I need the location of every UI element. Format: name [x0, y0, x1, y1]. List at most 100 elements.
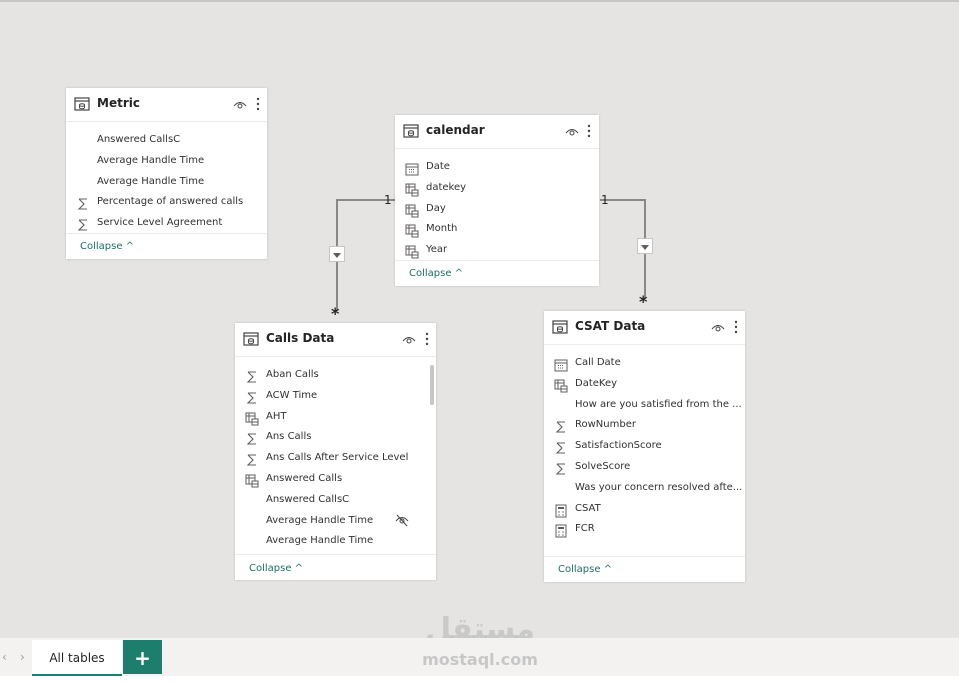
sigma-icon: [245, 390, 259, 404]
table-icon: [243, 332, 259, 346]
more-options-icon[interactable]: [733, 319, 739, 335]
divider: [235, 554, 436, 555]
field-name: FCR: [575, 523, 595, 535]
watermark-text: mostaql.com: [422, 650, 538, 669]
field-row[interactable]: AHT: [235, 408, 436, 428]
card-title: calendar: [426, 123, 485, 137]
field-row[interactable]: FCR: [544, 520, 745, 540]
sigma-icon: [245, 431, 259, 445]
collapse-button[interactable]: Collapse ^: [409, 268, 463, 279]
field-row[interactable]: Call Date: [544, 354, 745, 374]
field-name: Service Level Agreement: [97, 217, 223, 229]
more-options-icon[interactable]: [424, 331, 430, 347]
field-row[interactable]: SolveScore: [544, 458, 745, 478]
sigma-icon: [76, 217, 90, 231]
field-row[interactable]: Answered CallsC: [66, 131, 267, 151]
sigma-icon: [76, 196, 90, 210]
tab-all-tables[interactable]: All tables: [32, 640, 122, 676]
visibility-icon[interactable]: [402, 333, 416, 347]
field-name: SolveScore: [575, 461, 631, 472]
field-name: RowNumber: [575, 419, 636, 431]
field-row[interactable]: Percentage of answered calls: [66, 193, 267, 213]
field-row[interactable]: Aban Calls: [235, 366, 436, 386]
hierarchy-table-icon: [405, 182, 419, 197]
field-row[interactable]: Average Handle Time: [66, 173, 267, 193]
collapse-button[interactable]: Collapse ^: [80, 241, 134, 252]
field-name: Average Handle Time: [97, 154, 205, 166]
table-card-calendar[interactable]: calendar Date datekey Day Month Year Collaps…: [395, 115, 599, 286]
field-row[interactable]: How are you satisfied from the ...: [544, 396, 745, 416]
table-icon: [403, 124, 419, 138]
field-row[interactable]: Average Handle Time: [66, 152, 267, 172]
bottom-edge: [0, 676, 959, 684]
hidden-field-icon[interactable]: [395, 513, 409, 527]
field-row[interactable]: CSAT: [544, 500, 745, 520]
filter-direction-icon-csat[interactable]: [637, 238, 653, 254]
field-name: AHT: [266, 410, 287, 422]
visibility-icon[interactable]: [565, 125, 579, 139]
field-row[interactable]: SatisfactionScore: [544, 437, 745, 457]
sigma-icon: [554, 440, 568, 454]
field-name: How are you satisfied from the ...: [575, 398, 742, 410]
field-row[interactable]: RowNumber: [544, 416, 745, 436]
calendar-icon: [554, 357, 568, 372]
hierarchy-table-icon: [405, 244, 419, 259]
card-header[interactable]: calendar: [395, 115, 599, 149]
field-name: Average Handle Time: [266, 514, 374, 526]
field-name: Date: [426, 161, 450, 172]
table-card-csat-data[interactable]: CSAT Data Call Date DateKey How are you sa…: [544, 311, 745, 582]
hierarchy-table-icon: [245, 473, 259, 488]
add-layout-button[interactable]: +: [123, 640, 162, 674]
card-header[interactable]: Calls Data: [235, 323, 436, 357]
visibility-icon[interactable]: [711, 321, 725, 335]
field-row[interactable]: Ans Calls After Service Level: [235, 449, 436, 469]
field-row[interactable]: Service Level Agreement: [66, 214, 267, 234]
field-name: Day: [426, 202, 446, 214]
field-row[interactable]: Day: [395, 200, 599, 220]
field-name: Was your concern resolved afte...: [575, 481, 743, 493]
field-row[interactable]: Date: [395, 158, 599, 178]
field-name: Call Date: [575, 357, 621, 368]
hierarchy-table-icon: [405, 203, 419, 218]
table-card-calls-data[interactable]: Calls Data Aban Calls ACW Time AHT Ans Call…: [235, 323, 436, 580]
card-header[interactable]: Metric: [66, 88, 267, 122]
collapse-button[interactable]: Collapse ^: [558, 564, 612, 575]
field-row[interactable]: Answered CallsC: [235, 491, 436, 511]
next-tab-icon[interactable]: ›: [20, 650, 25, 664]
model-canvas[interactable]: 1 * 1 * Metric Answered CallsC Average Ha…: [0, 2, 959, 638]
table-icon: [552, 320, 568, 334]
field-name: Average Handle Time: [266, 535, 374, 547]
field-row[interactable]: Answered Calls: [235, 470, 436, 490]
field-row[interactable]: Average Handle Time: [235, 532, 436, 552]
field-name: datekey: [426, 181, 467, 193]
filter-direction-icon-calls[interactable]: [329, 246, 345, 262]
visibility-icon[interactable]: [233, 98, 247, 112]
divider: [66, 233, 267, 234]
field-row[interactable]: ACW Time: [235, 387, 436, 407]
collapse-button[interactable]: Collapse ^: [249, 563, 303, 574]
field-row[interactable]: Year: [395, 241, 599, 261]
table-card-metric[interactable]: Metric Answered CallsC Average Handle Tim…: [66, 88, 267, 259]
field-row[interactable]: datekey: [395, 179, 599, 199]
sigma-icon: [245, 369, 259, 383]
field-list-scrollbar[interactable]: [430, 365, 434, 405]
card-header[interactable]: CSAT Data: [544, 311, 745, 345]
field-name: Year: [426, 244, 448, 256]
field-row[interactable]: Was your concern resolved afte...: [544, 479, 745, 499]
hierarchy-table-icon: [405, 223, 419, 238]
field-row[interactable]: Month: [395, 220, 599, 240]
field-name: Percentage of answered calls: [97, 196, 244, 208]
plus-icon: +: [134, 646, 151, 670]
relationship-one-label-calls: 1: [384, 193, 392, 207]
calendar-icon: [405, 161, 419, 176]
sigma-icon: [554, 419, 568, 433]
field-row[interactable]: DateKey: [544, 375, 745, 395]
prev-tab-icon[interactable]: ‹: [2, 650, 7, 664]
field-row[interactable]: Ans Calls: [235, 428, 436, 448]
calculator-icon: [554, 503, 568, 518]
sigma-icon: [554, 461, 568, 475]
tab-label: All tables: [49, 651, 105, 665]
field-name: Aban Calls: [266, 369, 319, 380]
more-options-icon[interactable]: [586, 123, 592, 139]
more-options-icon[interactable]: [255, 96, 261, 112]
